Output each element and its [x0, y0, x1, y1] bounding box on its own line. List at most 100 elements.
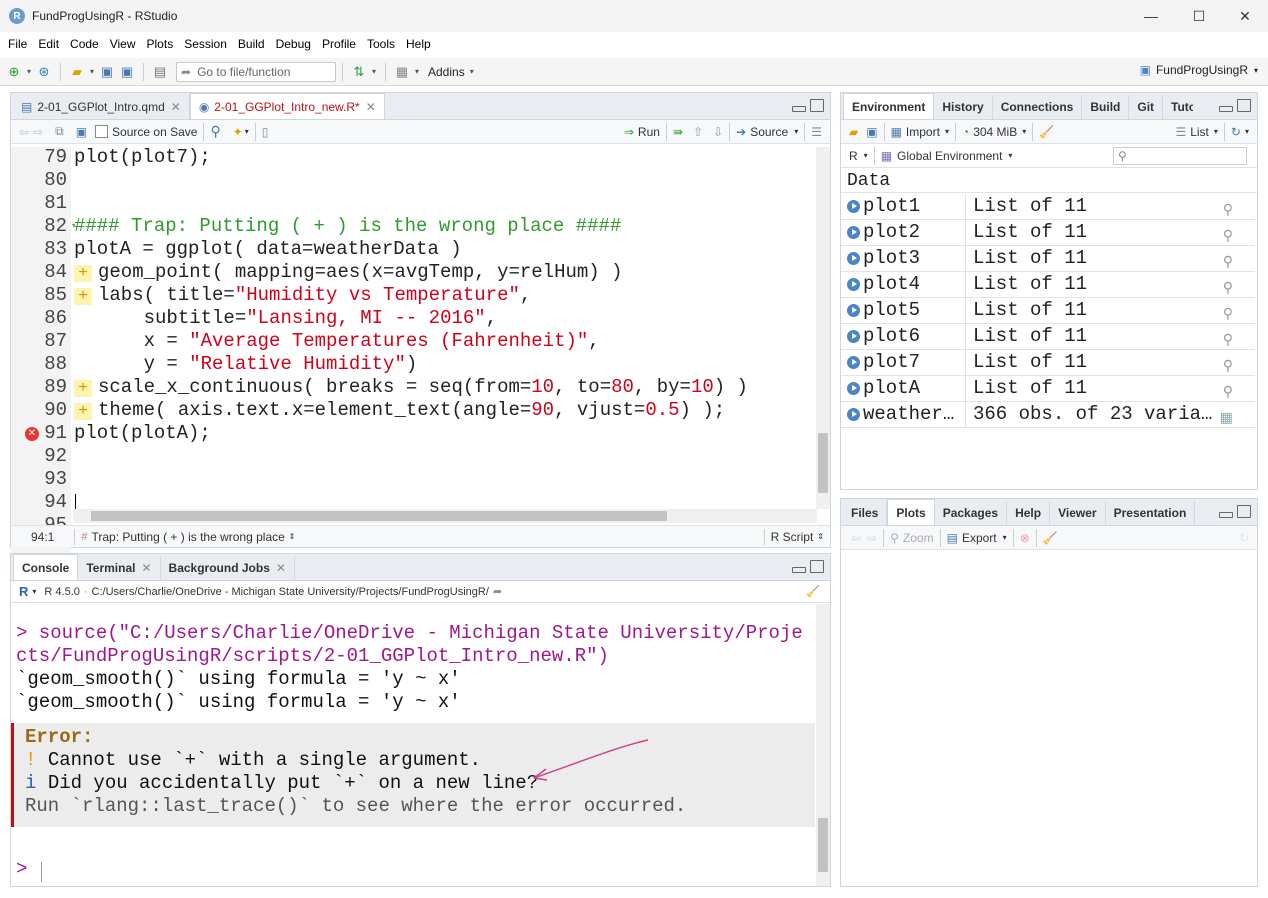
minimize-pane-icon[interactable]	[792, 106, 806, 112]
memory-usage[interactable]: 304 MiB	[973, 125, 1017, 139]
diagnostic-warning-icon[interactable]: +	[74, 380, 92, 397]
expand-icon[interactable]	[847, 200, 860, 213]
expand-icon[interactable]	[847, 278, 860, 291]
compile-report-icon[interactable]: ▯	[262, 125, 269, 139]
menu-debug[interactable]: Debug	[270, 37, 316, 51]
diagnostic-warning-icon[interactable]: +	[74, 403, 92, 420]
addins-dropdown-icon[interactable]: ▾	[465, 62, 479, 82]
file-type[interactable]: R Script	[771, 530, 814, 544]
previous-plot-icon[interactable]: ⇦	[851, 531, 861, 545]
import-dropdown-icon[interactable]: ▾	[945, 127, 949, 136]
menu-session[interactable]: Session	[178, 37, 232, 51]
clear-console-icon[interactable]: 🧹	[806, 585, 820, 598]
run-button[interactable]: Run	[638, 125, 660, 139]
minimize-pane-icon[interactable]	[1219, 106, 1233, 112]
maximize-pane-icon[interactable]	[1237, 99, 1251, 112]
clear-plots-icon[interactable]: 🧹	[1043, 531, 1058, 545]
menu-plots[interactable]: Plots	[141, 37, 179, 51]
export-dropdown-icon[interactable]: ▾	[1003, 533, 1007, 542]
environment-scope-select[interactable]: Global Environment	[897, 149, 1002, 163]
refresh-icon[interactable]: ↻	[1231, 125, 1241, 139]
expand-icon[interactable]	[847, 330, 860, 343]
save-file-icon[interactable]: ▣	[76, 125, 87, 139]
tab-console[interactable]: Console	[13, 554, 79, 580]
open-dropdown-icon[interactable]: ▾	[87, 62, 97, 82]
env-row[interactable]: plot2 List of 11 ⚲	[841, 220, 1255, 246]
source-on-save-checkbox[interactable]	[95, 125, 109, 138]
view-object-icon[interactable]: ⚲	[1223, 198, 1233, 222]
close-tab-icon[interactable]: ✕	[366, 100, 376, 114]
r-version-dropdown-icon[interactable]: ▾	[32, 587, 36, 596]
expand-icon[interactable]	[847, 408, 860, 421]
tab-history[interactable]: History	[934, 95, 993, 119]
zoom-button[interactable]: Zoom	[903, 531, 934, 545]
tab-qmd[interactable]: ▤ 2-01_GGPlot_Intro.qmd ✕	[13, 95, 190, 119]
env-row[interactable]: plot3 List of 11 ⚲	[841, 246, 1255, 272]
env-row[interactable]: plot5 List of 11 ⚲	[841, 298, 1255, 324]
forward-icon[interactable]: ⇨	[33, 125, 43, 139]
view-object-icon[interactable]: ⚲	[1223, 250, 1233, 274]
diagnostic-warning-icon[interactable]: +	[74, 265, 92, 282]
import-dataset-button[interactable]: Import	[906, 125, 940, 139]
editor-vscrollbar[interactable]	[816, 147, 830, 509]
tab-background-jobs[interactable]: Background Jobs ✕	[161, 556, 295, 580]
new-file-dropdown-icon[interactable]: ▾	[24, 62, 34, 82]
view-object-icon[interactable]: ⚲	[1223, 380, 1233, 404]
export-button[interactable]: Export	[962, 531, 997, 545]
memory-dropdown-icon[interactable]: ▾	[1022, 127, 1026, 136]
env-row[interactable]: plot4 List of 11 ⚲	[841, 272, 1255, 298]
expand-icon[interactable]	[847, 356, 860, 369]
tab-files[interactable]: Files	[843, 501, 888, 525]
code-tools-dropdown-icon[interactable]: ▾	[245, 127, 249, 136]
tab-plots[interactable]: Plots	[887, 499, 935, 525]
find-icon[interactable]: ⚲	[210, 123, 220, 140]
minimize-button[interactable]: —	[1128, 0, 1174, 32]
remove-plot-icon[interactable]: ⊗	[1020, 531, 1030, 545]
minimize-pane-icon[interactable]	[1219, 512, 1233, 518]
clear-objects-icon[interactable]: 🧹	[1039, 125, 1054, 139]
menu-tools[interactable]: Tools	[361, 37, 400, 51]
goto-file-input[interactable]: ➦ Go to file/function	[176, 61, 336, 82]
refresh-dropdown-icon[interactable]: ▾	[1245, 127, 1249, 136]
maximize-pane-icon[interactable]	[810, 560, 824, 573]
close-tab-icon[interactable]: ✕	[141, 561, 151, 575]
env-row[interactable]: weather… 366 obs. of 23 varia… ▦	[841, 402, 1255, 428]
maximize-pane-icon[interactable]	[810, 99, 824, 112]
source-button[interactable]: Source	[750, 125, 788, 139]
editor-hscrollbar[interactable]	[73, 509, 817, 523]
env-row[interactable]: plot7 List of 11 ⚲	[841, 350, 1255, 376]
env-row[interactable]: plotA List of 11 ⚲	[841, 376, 1255, 402]
language-select[interactable]: R	[849, 149, 858, 163]
save-workspace-icon[interactable]: ▣	[866, 125, 877, 139]
view-object-icon[interactable]: ⚲	[1223, 224, 1233, 248]
back-icon[interactable]: ⇦	[19, 125, 29, 139]
view-object-icon[interactable]: ⚲	[1223, 354, 1233, 378]
rerun-icon[interactable]: ⇛	[673, 125, 683, 139]
menu-profile[interactable]: Profile	[316, 37, 361, 51]
scroll-thumb[interactable]	[818, 818, 828, 872]
source-dropdown-icon[interactable]: ▾	[794, 127, 798, 136]
view-object-icon[interactable]: ⚲	[1223, 276, 1233, 300]
goto-directory-icon[interactable]: ➦	[493, 585, 502, 598]
view-object-icon[interactable]: ⚲	[1223, 302, 1233, 326]
pane-layout-icon[interactable]: ▦	[392, 62, 412, 82]
hscroll-thumb[interactable]	[91, 511, 667, 521]
console-vscrollbar[interactable]	[816, 604, 830, 886]
tab-viewer[interactable]: Viewer	[1050, 501, 1106, 525]
tab-presentation[interactable]: Presentation	[1106, 501, 1196, 525]
view-mode-select[interactable]: List	[1190, 125, 1209, 139]
menu-file[interactable]: File	[2, 37, 32, 51]
show-in-window-icon[interactable]: ⧉	[55, 124, 64, 139]
print-icon[interactable]: ▤	[150, 62, 170, 82]
tab-help[interactable]: Help	[1007, 501, 1051, 525]
close-tab-icon[interactable]: ✕	[171, 100, 181, 114]
menu-code[interactable]: Code	[64, 37, 104, 51]
file-type-dropdown-icon[interactable]: ⇕	[817, 532, 824, 541]
minimize-pane-icon[interactable]	[792, 567, 806, 573]
addins-menu[interactable]: Addins	[428, 65, 465, 79]
language-dropdown-icon[interactable]: ▾	[864, 151, 868, 160]
scope-dropdown-icon[interactable]: ▾	[1008, 151, 1012, 160]
tab-terminal[interactable]: Terminal ✕	[78, 556, 161, 580]
project-menu[interactable]: ▣ FundProgUsingR ▾	[1140, 63, 1258, 77]
env-row[interactable]: plot1 List of 11 ⚲	[841, 194, 1255, 220]
